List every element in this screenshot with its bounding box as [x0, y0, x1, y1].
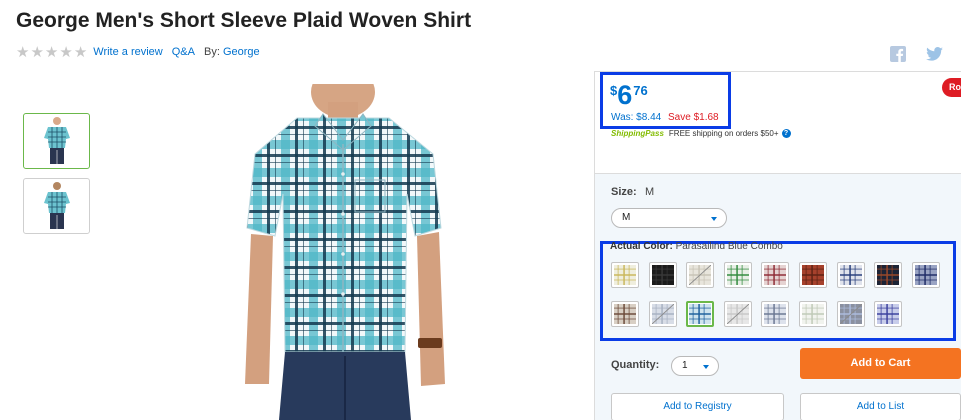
product-meta-row: ★ ★ ★ ★ ★ Write a review Q&A By: George [16, 44, 260, 60]
swatch-pattern [689, 304, 711, 324]
swatch-pattern [802, 304, 824, 324]
swatch-pattern [614, 265, 636, 285]
swatch-pattern [915, 265, 937, 285]
size-current-value: M [645, 186, 655, 198]
color-swatch-brown-plaid[interactable] [611, 301, 639, 327]
quantity-dropdown[interactable]: 1 [671, 356, 719, 376]
twitter-icon [925, 47, 943, 61]
brand-byline: By: George [204, 46, 260, 58]
color-swatch-pale-check[interactable] [799, 301, 827, 327]
shipping-info: ShippingPass FREE shipping on orders $50… [611, 129, 791, 138]
color-swatch-navy-blue[interactable] [837, 301, 865, 327]
swatch-pattern [840, 304, 862, 324]
savings-amount: Save $1.68 [668, 112, 719, 123]
brand-link[interactable]: George [223, 46, 260, 58]
swatch-pattern [652, 265, 674, 285]
size-dropdown[interactable]: M [611, 208, 727, 228]
product-thumbnail-back[interactable] [23, 178, 90, 234]
shirt-back-thumbnail-image [43, 182, 70, 229]
free-shipping-text: FREE shipping on orders $50+ [668, 129, 779, 138]
size-label: Size: [611, 186, 637, 198]
rating-stars[interactable]: ★ ★ ★ ★ ★ [16, 45, 87, 60]
star-icon: ★ [30, 43, 44, 61]
quantity-label: Quantity: [611, 359, 660, 371]
swatch-pattern [689, 265, 711, 285]
color-swatch-blue-stripe[interactable] [912, 262, 940, 288]
add-to-list-button[interactable]: Add to List [800, 393, 961, 420]
swatch-pattern [614, 304, 636, 324]
star-icon: ★ [16, 43, 30, 61]
price-dollars: 6 [617, 80, 633, 110]
facebook-icon [890, 46, 906, 62]
color-swatch-navy-check[interactable] [837, 262, 865, 288]
color-swatch-khaki[interactable] [686, 262, 714, 288]
add-to-cart-button[interactable]: Add to Cart [800, 348, 961, 379]
product-thumbnail-front[interactable] [23, 113, 90, 169]
swatch-pattern [652, 304, 674, 324]
color-label-text: Actual Color: [610, 241, 673, 249]
was-price: Was: $8.44 [611, 112, 662, 123]
color-swatch-light-blue-grey[interactable] [761, 301, 789, 327]
color-label: Actual Color: Parasailing Blue Combo [610, 241, 783, 249]
color-swatch-burgundy[interactable] [761, 262, 789, 288]
color-swatch-dark-navy[interactable] [874, 262, 902, 288]
swatch-pattern [802, 265, 824, 285]
swatch-pattern [877, 304, 899, 324]
price-cents: 76 [633, 83, 648, 98]
star-icon: ★ [59, 43, 73, 61]
qa-link[interactable]: Q&A [172, 46, 195, 58]
current-price: $ 6 76 [610, 80, 648, 110]
product-main-image[interactable] [225, 84, 465, 420]
color-swatch-slate[interactable] [649, 301, 677, 327]
swatch-pattern [877, 265, 899, 285]
help-icon[interactable]: ? [781, 129, 791, 138]
swatch-pattern [764, 304, 786, 324]
chevron-down-icon [703, 365, 709, 369]
star-icon: ★ [73, 43, 88, 61]
star-icon: ★ [44, 43, 59, 61]
color-swatch-grey[interactable] [724, 301, 752, 327]
price-currency: $ [610, 83, 618, 98]
color-swatch-black[interactable] [649, 262, 677, 288]
add-to-registry-button[interactable]: Add to Registry [611, 393, 784, 420]
color-swatch-cream-yellow[interactable] [611, 262, 639, 288]
chevron-down-icon [711, 217, 717, 221]
twitter-share-button[interactable] [925, 45, 943, 63]
shipping-pass-logo: ShippingPass [611, 129, 664, 138]
color-swatch-parasailing-blue[interactable] [686, 301, 714, 327]
color-swatch-blue-purple[interactable] [874, 301, 902, 327]
color-swatch-green-plaid[interactable] [724, 262, 752, 288]
swatch-pattern [764, 265, 786, 285]
color-swatch-red-brown[interactable] [799, 262, 827, 288]
product-title: George Men's Short Sleeve Plaid Woven Sh… [16, 9, 472, 32]
quantity-value: 1 [682, 360, 688, 371]
swatch-pattern [727, 304, 749, 324]
size-dropdown-value: M [622, 212, 631, 223]
facebook-share-button[interactable] [889, 45, 907, 63]
swatch-pattern [840, 265, 862, 285]
color-value: Parasailing Blue Combo [675, 241, 783, 249]
swatch-pattern [727, 265, 749, 285]
brand-by-label: By: [203, 46, 220, 58]
rollback-badge: Ro [942, 78, 961, 97]
shirt-front-thumbnail-image [43, 117, 70, 164]
write-review-link[interactable]: Write a review [93, 46, 162, 58]
